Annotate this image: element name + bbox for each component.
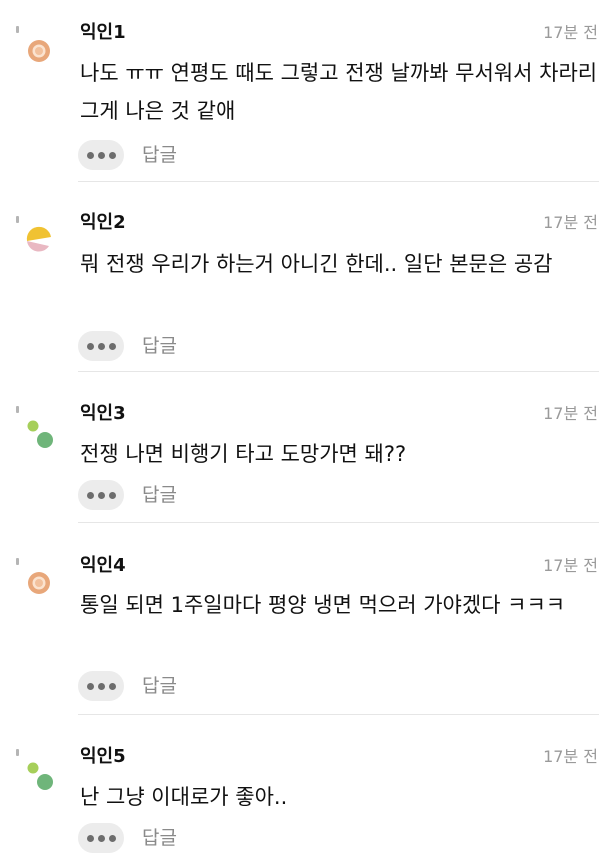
more-dot-icon [97, 834, 105, 842]
thread-marker [16, 558, 19, 565]
more-dot-icon [86, 834, 94, 842]
more-dot-icon [97, 491, 105, 499]
more-options-button[interactable] [78, 823, 124, 853]
comment-text: 전쟁 나면 비행기 타고 도망가면 돼?? [80, 442, 407, 466]
more-dot-icon [108, 682, 116, 690]
reply-button[interactable]: 답글 [142, 480, 177, 510]
more-dot-icon [108, 491, 116, 499]
more-dot-icon [86, 491, 94, 499]
comment-text: 통일 되면 1주일마다 평양 냉면 먹으러 가야겠다 ㅋㅋㅋ [80, 593, 566, 617]
thread-marker [16, 216, 19, 223]
more-dot-icon [108, 151, 116, 159]
reply-button[interactable]: 답글 [142, 140, 177, 170]
orange-ring-avatar-icon[interactable] [24, 568, 58, 602]
orange-ring-avatar-icon[interactable] [24, 36, 58, 70]
yellow-pink-semicircle-avatar-icon[interactable] [24, 224, 58, 258]
more-options-button[interactable] [78, 331, 124, 361]
comment-time: 17분 전 [543, 747, 598, 766]
comment-author[interactable]: 익인4 [80, 555, 126, 577]
reply-button[interactable]: 답글 [142, 331, 177, 361]
more-options-button[interactable] [78, 671, 124, 701]
comment-time: 17분 전 [543, 556, 598, 575]
thread-marker [16, 26, 19, 33]
thread-marker [16, 749, 19, 756]
more-options-button[interactable] [78, 140, 124, 170]
more-dot-icon [108, 342, 116, 350]
green-dots-avatar-icon[interactable] [24, 416, 58, 450]
more-dot-icon [86, 342, 94, 350]
comment-divider [78, 522, 599, 523]
comment-time: 17분 전 [543, 213, 598, 232]
comment-divider [78, 181, 599, 182]
comment-divider [78, 371, 599, 372]
more-dot-icon [97, 151, 105, 159]
thread-marker [16, 406, 19, 413]
comment-author[interactable]: 익인3 [80, 403, 126, 425]
more-dot-icon [86, 151, 94, 159]
comment-time: 17분 전 [543, 23, 598, 42]
comment-divider [78, 714, 599, 715]
reply-button[interactable]: 답글 [142, 671, 177, 701]
more-dot-icon [97, 342, 105, 350]
more-dot-icon [86, 682, 94, 690]
more-options-button[interactable] [78, 480, 124, 510]
reply-button[interactable]: 답글 [142, 823, 177, 853]
comment-author[interactable]: 익인2 [80, 212, 126, 234]
comment-text: 난 그냥 이대로가 좋아.. [80, 785, 288, 809]
comment-author[interactable]: 익인1 [80, 22, 126, 44]
green-dots-avatar-icon[interactable] [24, 758, 58, 792]
more-dot-icon [97, 682, 105, 690]
comment-text: 나도 ㅠㅠ 연평도 때도 그렇고 전쟁 날까봐 무서워서 차라리 그게 나은 것… [80, 61, 598, 123]
more-dot-icon [108, 834, 116, 842]
comment-author[interactable]: 익인5 [80, 746, 126, 768]
comment-time: 17분 전 [543, 404, 598, 423]
comment-text: 뭐 전쟁 우리가 하는거 아니긴 한데.. 일단 본문은 공감 [80, 252, 553, 276]
